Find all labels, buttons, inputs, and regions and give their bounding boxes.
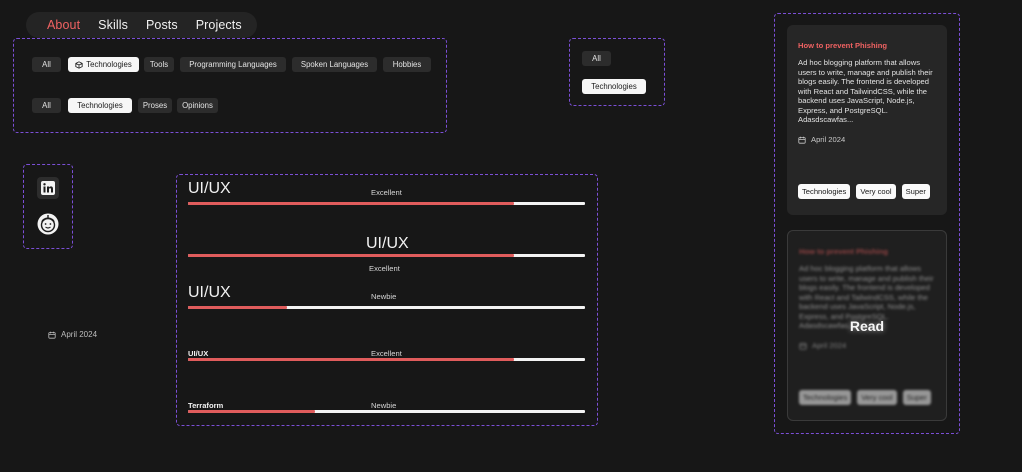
nav-projects[interactable]: Projects [196,18,242,32]
skill-bar-fill [188,254,514,257]
post-tag: Super [902,390,931,405]
post-card[interactable]: How to prevent Phishing Ad hoc blogging … [787,25,947,215]
nav-about[interactable]: About [47,18,80,32]
post-tags: Technologies Very cool Super [799,390,931,405]
skill-level: Excellent [371,349,402,358]
skill-bar-fill [188,410,315,413]
emoji-avatar-icon[interactable] [37,213,59,235]
post-date: April 2024 [799,341,846,350]
filter-group-container [13,38,447,133]
skill-name: UI/UX [188,284,231,301]
filter-hobbies[interactable]: Hobbies [383,57,431,72]
filter-small-all[interactable]: All [582,51,611,66]
skill-level: Excellent [371,188,402,197]
post-title[interactable]: How to prevent Phishing [798,41,887,50]
skill-level: Excellent [369,264,400,273]
standalone-date: April 2024 [48,330,97,339]
filter2-proses[interactable]: Proses [138,98,172,113]
linkedin-glyph [41,181,55,195]
post-tags: Technologies Very cool Super [798,184,930,199]
filter-technologies[interactable]: Technologies [68,57,139,72]
filter-programming-languages[interactable]: Programming Languages [180,57,286,72]
skill-name: UI/UX [188,180,231,197]
filter-all[interactable]: All [32,57,61,72]
filter-tools[interactable]: Tools [144,57,174,72]
calendar-icon [48,331,56,339]
read-button[interactable]: Read [788,318,946,334]
skill-name: UI/UX [366,235,409,252]
post-date-text: April 2024 [812,341,847,350]
skill-level: Newbie [371,292,397,301]
filter2-opinions[interactable]: Opinions [177,98,218,113]
filter-spoken-languages[interactable]: Spoken Languages [292,57,377,72]
avatar-glyph [37,213,59,235]
post-description: Ad hoc blogging platform that allows use… [798,58,933,124]
skill-bar-fill [188,306,287,309]
post-tag: Technologies [799,390,852,405]
filter-small-technologies[interactable]: Technologies [582,79,646,94]
nav-posts[interactable]: Posts [146,18,178,32]
post-date: April 2024 [798,135,845,144]
filter2-technologies[interactable]: Technologies [68,98,132,113]
post-tag[interactable]: Technologies [798,184,851,199]
post-tag[interactable]: Very cool [856,184,896,199]
skill-level: Newbie [371,401,397,410]
calendar-icon [798,136,806,144]
post-title: How to prevent Phishing [799,247,889,256]
skill-bar-fill [188,202,514,205]
post-tag: Very cool [857,390,897,405]
post-tag[interactable]: Super [901,184,930,199]
calendar-icon [799,342,807,350]
post-date-text: April 2024 [811,135,846,144]
skill-name: UI/UX [188,349,209,358]
standalone-date-text: April 2024 [61,330,98,339]
post-card-hovered[interactable]: How to prevent Phishing Ad hoc blogging … [787,230,947,421]
filter2-all[interactable]: All [32,98,61,113]
filter-small-container [569,38,665,106]
linkedin-icon[interactable] [37,177,59,199]
cube-icon [75,60,83,69]
skill-bar-fill [188,358,514,361]
skill-name: Terraform [188,401,224,410]
filter-technologies-label: Technologies [86,60,132,69]
nav-skills[interactable]: Skills [98,18,128,32]
top-nav: About Skills Posts Projects [26,12,257,38]
